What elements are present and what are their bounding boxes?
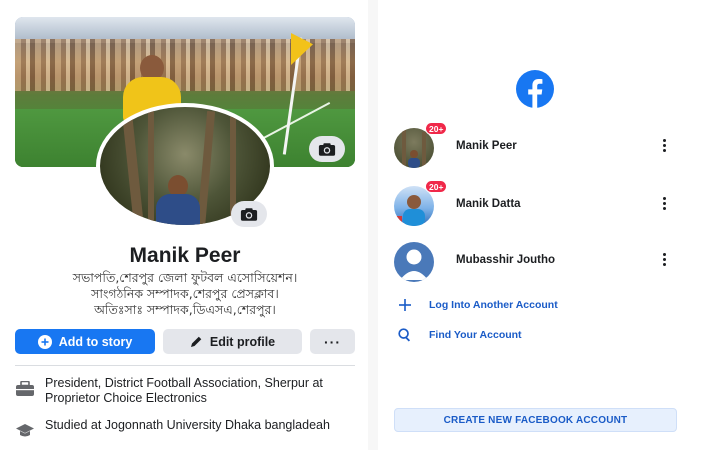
- edit-profile-label: Edit profile: [209, 334, 276, 349]
- account-row-manik-datta[interactable]: 20+ Manik Datta: [394, 180, 689, 226]
- avatar-person: [156, 175, 200, 225]
- section-divider: [15, 365, 355, 366]
- search-icon: [396, 328, 414, 342]
- avatar-camera-button[interactable]: [231, 201, 267, 227]
- graduation-cap-icon: [15, 418, 37, 444]
- vertical-dots-icon[interactable]: [662, 253, 668, 271]
- briefcase-icon: [15, 376, 37, 406]
- add-to-story-label: Add to story: [58, 334, 133, 349]
- bio-line: অতিঃসাঃ সম্পাদক,ডিএসএ,শেরপুর।: [94, 302, 276, 317]
- notification-badge: 20+: [425, 180, 448, 193]
- account-name: Manik Peer: [456, 140, 517, 152]
- account-switcher-screen: 20+ Manik Peer 20+ Manik Datta Mubasshir…: [378, 0, 704, 450]
- account-name: Mubasshir Joutho: [456, 254, 556, 266]
- screenshot-separator: [368, 0, 378, 450]
- find-your-account-link[interactable]: Find Your Account: [396, 326, 522, 344]
- add-to-story-button[interactable]: Add to story: [15, 329, 155, 354]
- education-info-text: Studied at Jogonnath University Dhaka ba…: [45, 418, 330, 432]
- plus-circle-icon: [37, 334, 52, 349]
- camera-icon: [318, 142, 336, 156]
- log-into-another-account-label: Log Into Another Account: [429, 299, 558, 311]
- education-info-row: Studied at Jogonnath University Dhaka ba…: [15, 418, 355, 444]
- create-new-account-button[interactable]: CREATE NEW FACEBOOK ACCOUNT: [394, 408, 677, 432]
- work-info-text: President, District Football Association…: [45, 376, 323, 405]
- account-name: Manik Datta: [456, 198, 521, 210]
- default-avatar-icon: [394, 242, 434, 282]
- work-info-row: President, District Football Association…: [15, 376, 355, 406]
- profile-screen: Manik Peer সভাপতি,শেরপুর জেলা ফুটবল এসোস…: [0, 0, 368, 450]
- more-options-button[interactable]: ···: [310, 329, 355, 354]
- plus-icon: [396, 299, 414, 311]
- account-row-mubasshir-joutho[interactable]: Mubasshir Joutho: [394, 242, 689, 282]
- profile-name: Manik Peer: [129, 244, 241, 267]
- account-row-manik-peer[interactable]: 20+ Manik Peer: [394, 122, 689, 168]
- cover-camera-button[interactable]: [309, 136, 345, 162]
- vertical-dots-icon[interactable]: [662, 139, 668, 157]
- edit-profile-button[interactable]: Edit profile: [163, 329, 302, 354]
- camera-icon: [240, 207, 258, 221]
- find-your-account-label: Find Your Account: [429, 329, 522, 341]
- facebook-logo-icon: [516, 70, 554, 108]
- notification-badge: 20+: [425, 122, 448, 135]
- log-into-another-account-link[interactable]: Log Into Another Account: [396, 296, 558, 314]
- pencil-icon: [190, 335, 203, 348]
- vertical-dots-icon[interactable]: [662, 197, 668, 215]
